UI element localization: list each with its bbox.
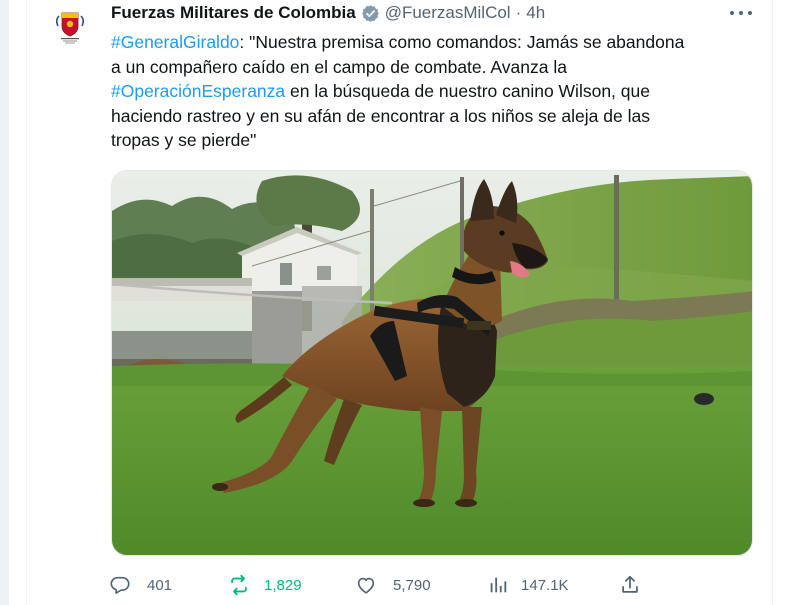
- views-button[interactable]: 147.1K: [487, 572, 569, 598]
- tweet-actions: 401 1,829 5,790 147.1K: [109, 572, 649, 598]
- views-count: 147.1K: [521, 576, 569, 594]
- tweet-text-segment: a un compañero caído en el campo de comb…: [111, 56, 567, 77]
- like-button[interactable]: 5,790: [355, 572, 431, 598]
- tweet-line: #GeneralGiraldo: "Nuestra premisa como c…: [111, 30, 751, 55]
- share-button[interactable]: [619, 572, 641, 598]
- verified-badge-icon[interactable]: [361, 4, 380, 23]
- bar-chart-icon: [490, 577, 507, 593]
- reply-icon: [110, 576, 130, 594]
- tweet-line: tropas y se pierde": [111, 128, 751, 153]
- tweet-text: #GeneralGiraldo: "Nuestra premisa como c…: [111, 30, 751, 153]
- tweet-text-segment: : "Nuestra premisa como comandos: Jamás …: [239, 32, 685, 52]
- timestamp[interactable]: 4h: [526, 2, 545, 24]
- heart-icon: [357, 577, 375, 594]
- handle[interactable]: @FuerzasMilCol: [385, 2, 511, 24]
- tweet-media-photo[interactable]: [111, 170, 753, 556]
- separator-dot: ·: [515, 3, 522, 22]
- reply-button[interactable]: 401: [109, 572, 172, 598]
- tweet-line: #OperaciónEsperanza en la búsqueda de nu…: [111, 79, 751, 104]
- retweet-icon: [231, 574, 247, 596]
- hashtag-link[interactable]: #GeneralGiraldo: [111, 32, 239, 52]
- more-options-icon[interactable]: [730, 4, 752, 22]
- tweet-line: haciendo rastreo y en su afán de encontr…: [111, 104, 751, 129]
- share-upload-icon: [622, 575, 638, 593]
- reply-count: 401: [147, 576, 173, 594]
- page-gutter-right: [773, 0, 801, 605]
- dog-photo-image: [112, 171, 752, 555]
- timeline-border-left: [26, 0, 27, 605]
- page-gutter-left: [0, 0, 9, 605]
- avatar[interactable]: [46, 2, 94, 50]
- tweet-text-segment: tropas y se pierde": [111, 130, 257, 150]
- coat-of-arms-icon: [46, 2, 94, 50]
- tweet-text-segment: en la búsqueda de nuestro canino Wilson,…: [285, 81, 650, 101]
- display-name[interactable]: Fuerzas Militares de Colombia: [111, 2, 356, 24]
- hashtag-link[interactable]: #OperaciónEsperanza: [111, 81, 285, 101]
- tweet-line: a un compañero caído en el campo de comb…: [111, 55, 751, 80]
- retweet-count: 1,829: [264, 576, 302, 594]
- like-count: 5,790: [393, 576, 431, 594]
- retweet-button[interactable]: 1,829: [228, 572, 302, 598]
- tweet-header: Fuerzas Militares de Colombia @FuerzasMi…: [111, 2, 545, 24]
- tweet-text-segment: haciendo rastreo y en su afán de encontr…: [111, 105, 650, 126]
